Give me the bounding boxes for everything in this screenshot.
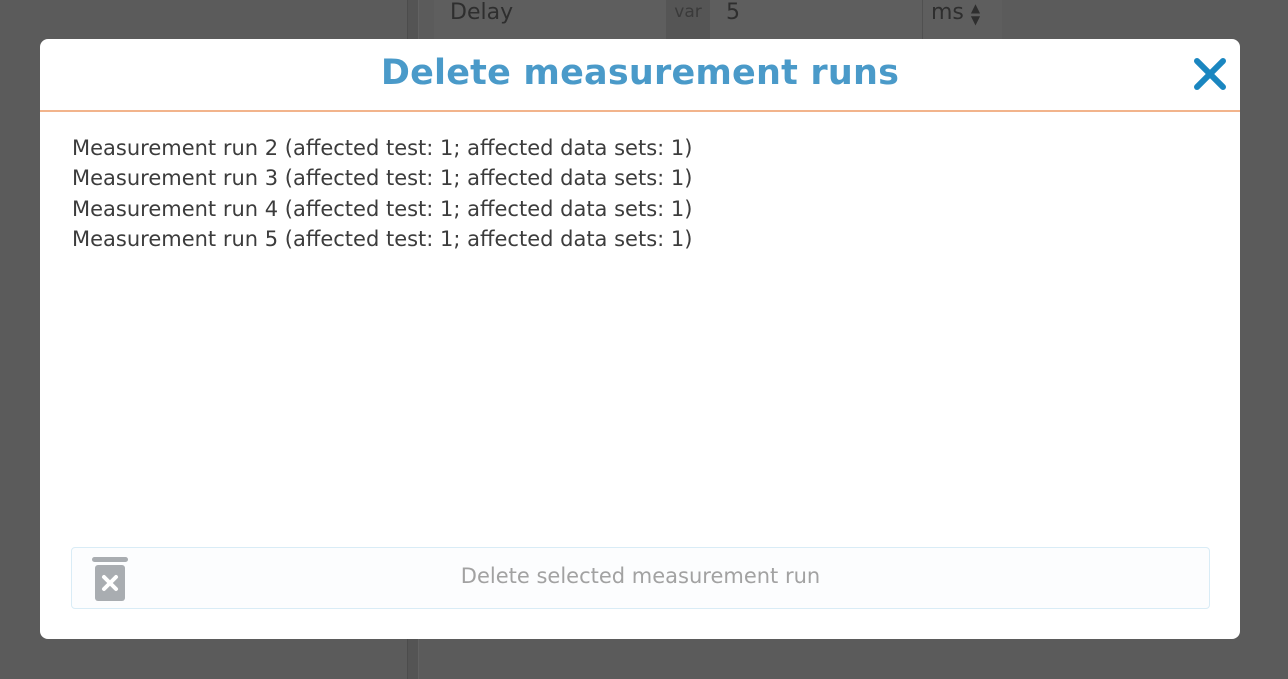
background-delay-label: Delay <box>450 0 514 25</box>
measurement-run-list: Measurement run 2 (affected test: 1; aff… <box>72 133 1208 254</box>
list-item: Measurement run 2 (affected test: 1; aff… <box>72 136 693 160</box>
background-var-tag: var <box>666 0 710 39</box>
delete-selected-measurement-run-button[interactable]: Delete selected measurement run <box>71 547 1210 609</box>
close-icon <box>1194 58 1226 90</box>
background-unit-select: ms ▲ ▼ <box>922 0 1002 39</box>
list-item: Measurement run 5 (affected test: 1; aff… <box>72 226 693 251</box>
sort-arrows-icon: ▲ ▼ <box>970 1 981 27</box>
background-delay-value: 5 <box>726 0 740 25</box>
list-item: Measurement run 4 (affected test: 1; aff… <box>72 196 693 221</box>
delete-button-label: Delete selected measurement run <box>460 564 821 588</box>
background-unit-label: ms <box>931 0 964 25</box>
background-delay-row: Delay var 5 ms ▲ ▼ <box>434 0 1002 39</box>
dialog-title: Delete measurement runs <box>380 53 900 93</box>
delete-measurement-runs-dialog: Delete measurement runs Measurement run … <box>40 39 1240 639</box>
list-item: Measurement run 3 (affected test: 1; aff… <box>72 166 693 191</box>
close-button[interactable] <box>1190 54 1230 94</box>
dialog-header: Delete measurement runs <box>40 39 1240 112</box>
